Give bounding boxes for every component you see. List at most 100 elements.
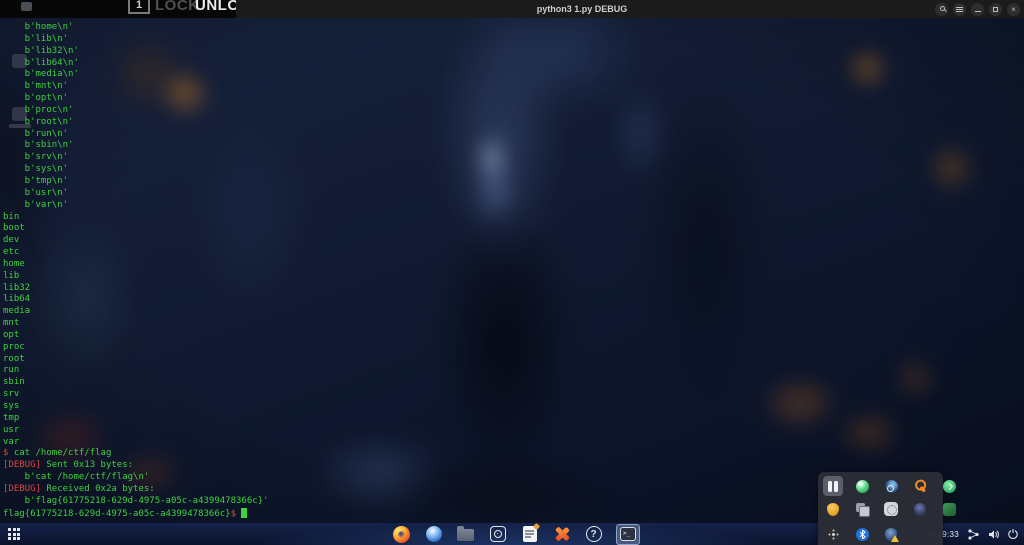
terminal-line: home [3,259,269,271]
terminal-line: [DEBUG] Sent 0x13 bytes: [3,460,269,472]
taskbar-proxy-app[interactable] [552,525,571,544]
terminal-line: media [3,306,269,318]
network-icon [968,529,979,540]
taskbar-help[interactable]: ? [584,525,603,544]
fan-icon [826,527,840,541]
terminal-line: b'srv\n' [3,152,269,164]
terminal-line: b'tmp\n' [3,176,269,188]
tab-number-badge: 1 [128,0,150,14]
tray-dark-shield-app-icon[interactable] [910,499,930,519]
menu-button[interactable] [953,3,966,16]
bluetooth-icon [856,528,869,541]
software-center-icon [490,526,506,542]
terminal-line: b'mnt\n' [3,81,269,93]
knot-icon [884,502,898,516]
terminal-titlebar[interactable]: 1 LOCK UNLOCK python3 1.py DEBUG × [0,0,1024,18]
terminal-line: mnt [3,318,269,330]
tray-green-arrow-app-icon[interactable] [939,476,959,496]
tray-green-orb-app-icon[interactable] [852,476,872,496]
lock-button[interactable]: LOCK [155,0,200,14]
background-window-fragment: 1 LOCK UNLOCK [0,0,236,18]
terminal-line: flag{61775218-629d-4975-a05c-a4399478366… [3,508,269,520]
folder-icon [457,529,474,541]
tray-clipboard-app-icon[interactable] [852,499,872,519]
pinned-bars-icon [828,481,838,492]
taskbar-terminal-active[interactable]: >_ [616,524,640,545]
terminal-line: b'opt\n' [3,93,269,105]
terminal-line: boot [3,223,269,235]
tray-security-shield-icon[interactable] [881,524,901,544]
taskbar-software-center[interactable] [488,525,507,544]
terminal-line: tmp [3,413,269,425]
terminal-line: b'lib32\n' [3,46,269,58]
terminal-line: b'media\n' [3,69,269,81]
orange-key-icon [911,477,929,495]
taskbar-firefox[interactable] [392,525,411,544]
terminal-line: sys [3,401,269,413]
terminal-line: b'lib64\n' [3,58,269,70]
terminal-line: b'cat /home/ctf/flag\n' [3,472,269,484]
tray-bluetooth-icon[interactable] [852,524,872,544]
gold-shield-icon [827,503,839,516]
power-tray-button[interactable] [1007,528,1019,540]
terminal-line: b'flag{61775218-629d-4975-a05c-a43994783… [3,496,269,508]
terminal-line: b'sbin\n' [3,140,269,152]
shield-warning-icon [885,528,897,541]
terminal-line: lib [3,271,269,283]
terminal-line: var [3,437,269,449]
terminal-line: b'var\n' [3,200,269,212]
taskbar-web-browser[interactable] [424,525,443,544]
taskbar-files[interactable] [456,525,475,544]
terminal-line: lib32 [3,283,269,295]
firefox-icon [393,526,410,543]
close-icon: × [1011,5,1016,14]
restore-icon [993,7,998,12]
terminal-output: b'home\n' b'lib\n' b'lib32\n' b'lib64\n'… [3,22,269,519]
terminal-line: b'root\n' [3,117,269,129]
tray-green-box-app-icon[interactable] [939,499,959,519]
show-apps-button[interactable] [8,528,22,541]
terminal-line: b'sys\n' [3,164,269,176]
terminal-line: b'usr\n' [3,188,269,200]
tray-gold-shield-app-icon[interactable] [823,499,843,519]
minimize-button[interactable] [971,3,984,16]
terminal-line: usr [3,425,269,437]
maximize-button[interactable] [989,3,1002,16]
search-icon [940,6,945,11]
green-arrow-icon [943,480,956,493]
volume-tray-button[interactable] [987,528,999,540]
terminal-line: sbin [3,377,269,389]
terminal-line: b'home\n' [3,22,269,34]
steam-icon [885,480,898,493]
unlock-button[interactable]: UNLOCK [195,0,236,14]
terminal-line: dev [3,235,269,247]
dark-shield-icon [914,503,926,516]
terminal-line: opt [3,330,269,342]
taskbar-app-icons: ? >_ [392,523,640,545]
close-button[interactable]: × [1007,3,1020,16]
terminal-line: srv [3,389,269,401]
terminal-icon: >_ [620,527,636,541]
minimize-icon [975,11,981,12]
desktop-screen: b'home\n' b'lib\n' b'lib32\n' b'lib64\n'… [0,0,1024,545]
terminal-line: b'lib\n' [3,34,269,46]
terminal-line: bin [3,212,269,224]
search-button[interactable] [935,3,948,16]
tray-knot-app-icon[interactable] [881,499,901,519]
terminal-window[interactable]: b'home\n' b'lib\n' b'lib32\n' b'lib64\n'… [0,18,1024,523]
tray-fan-app-icon[interactable] [823,524,843,544]
tray-key-app-icon[interactable] [910,476,930,496]
tray-steam-app-icon[interactable] [881,476,901,496]
tray-pinned-app-icon[interactable] [823,476,843,496]
hamburger-icon [956,7,963,12]
text-editor-icon [523,526,537,542]
network-tray-button[interactable] [967,528,979,540]
orange-x-icon [554,526,570,542]
taskbar-text-editor[interactable] [520,525,539,544]
window-app-icon [21,2,32,11]
window-controls: × [935,2,1020,16]
green-orb-icon [856,480,869,493]
terminal-line: proc [3,342,269,354]
clipboard-stack-icon [856,503,868,515]
terminal-line: [DEBUG] Received 0x2a bytes: [3,484,269,496]
